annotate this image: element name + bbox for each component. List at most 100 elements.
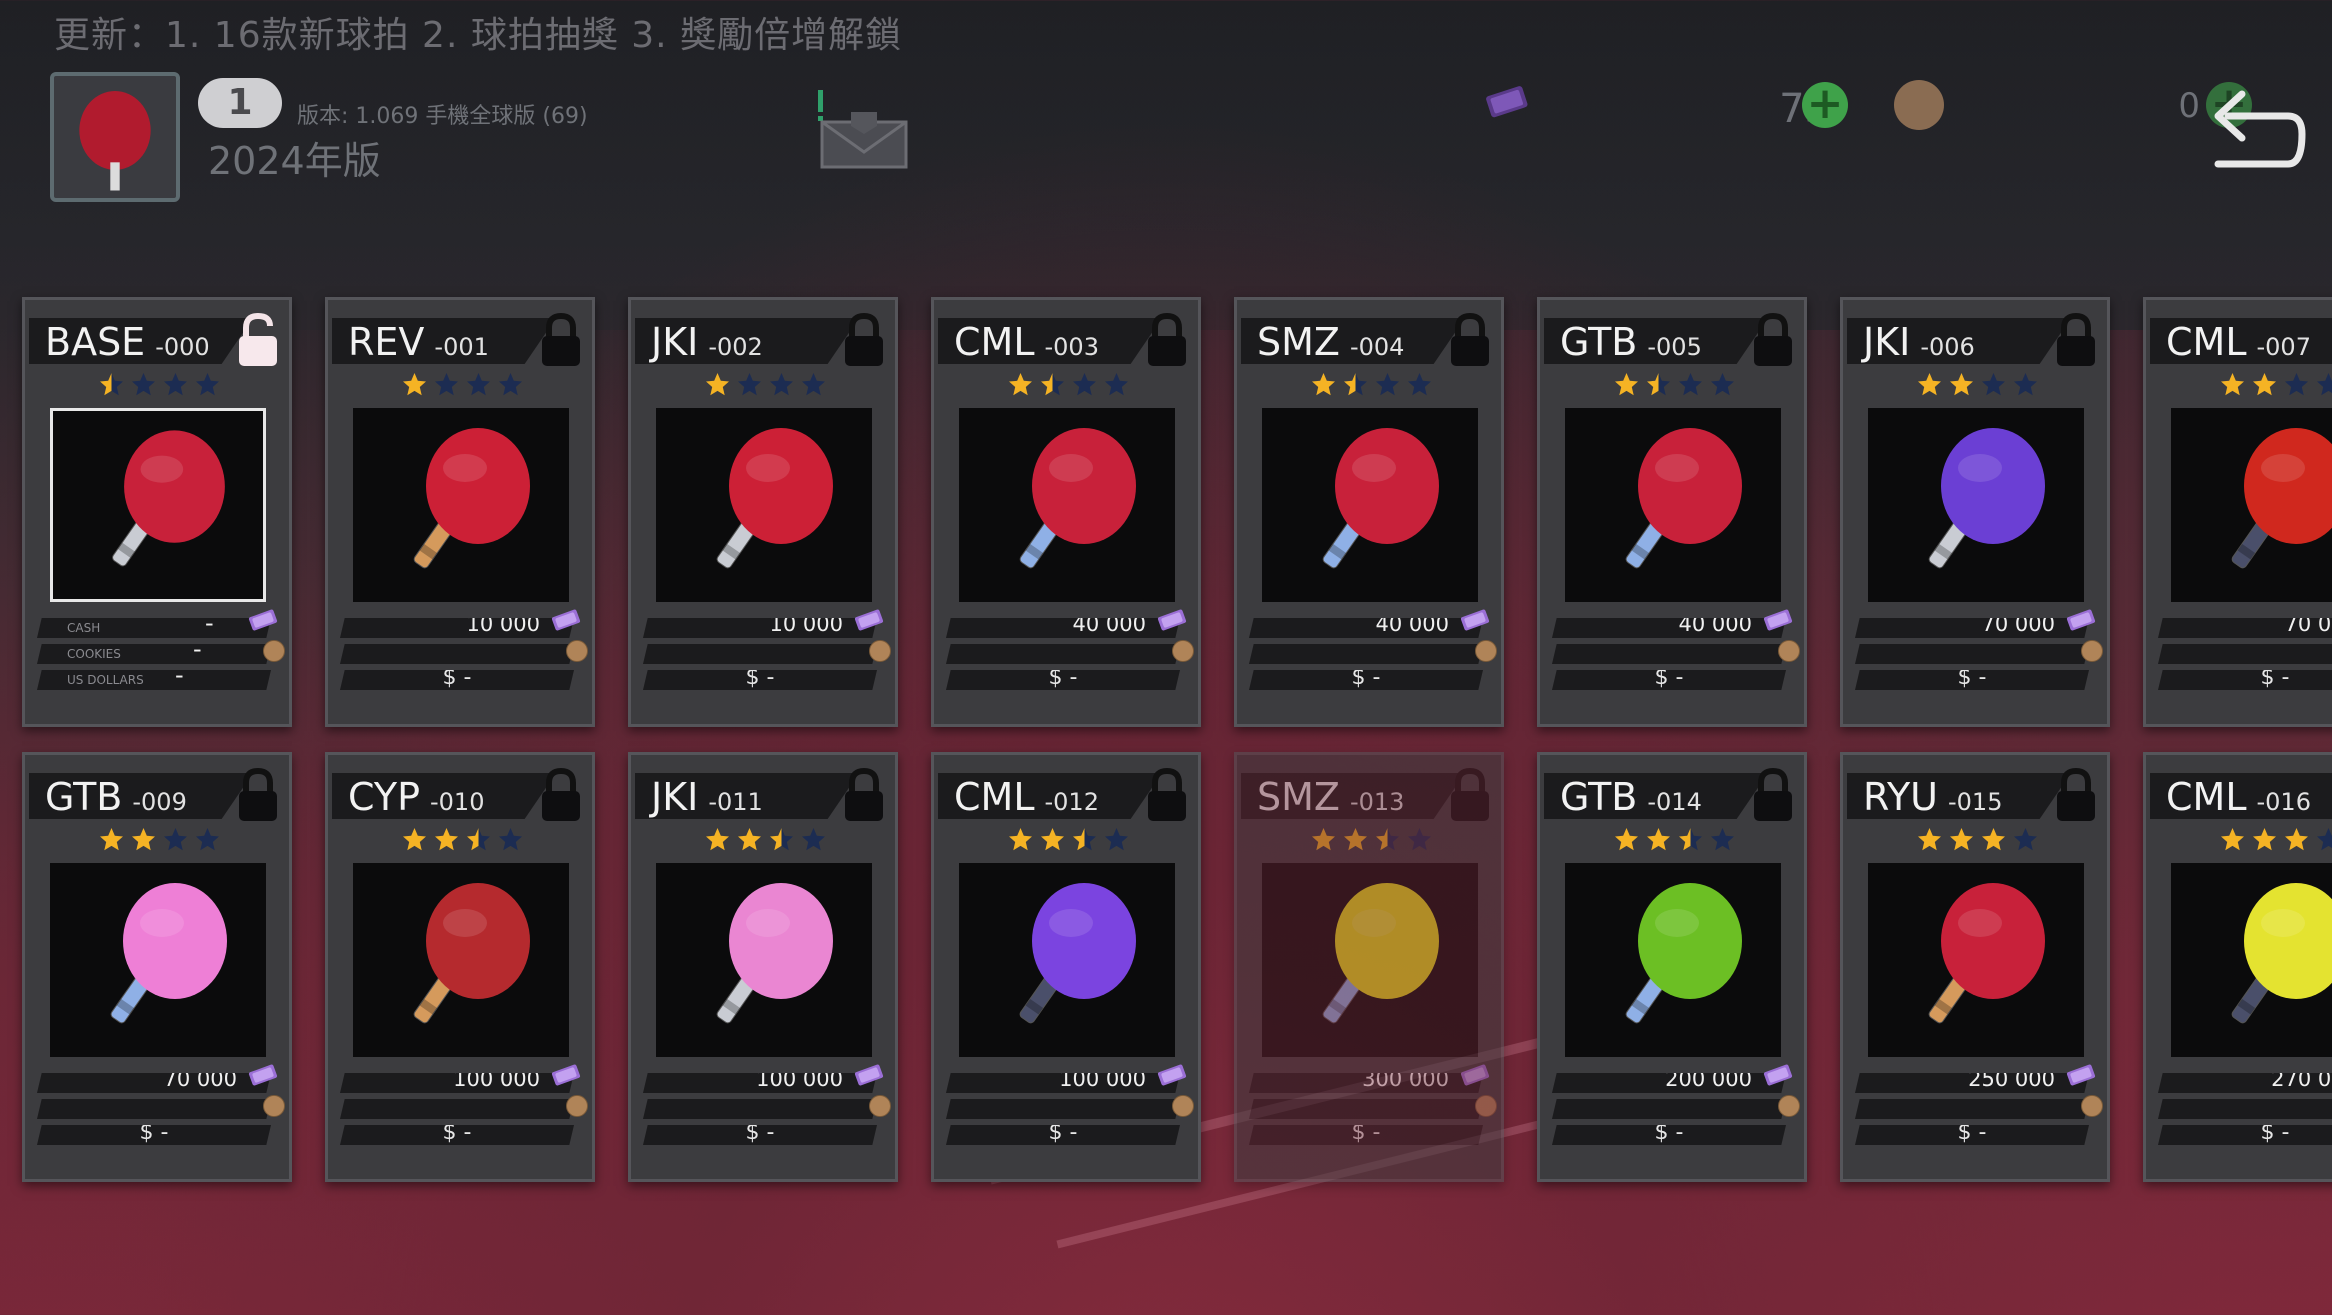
- paddle-card[interactable]: SMZ -013 300 000 $ -: [1234, 752, 1504, 1182]
- star-rating: [1008, 372, 1138, 400]
- star-rating: [705, 827, 835, 855]
- star-full-icon: [435, 828, 458, 851]
- paddle-image-frame: [353, 863, 569, 1057]
- cash-price-row: 270 000: [2158, 1073, 2332, 1093]
- card-brand: GTB: [1560, 775, 1638, 819]
- paddle-card[interactable]: CML -007 70 000 $ -: [2143, 297, 2332, 727]
- star-empty-icon: [196, 828, 219, 851]
- paddle-card[interactable]: GTB -005 40 000 $ -: [1537, 297, 1807, 727]
- add-cash-button[interactable]: +: [1802, 82, 1848, 128]
- paddle-image-frame: [959, 408, 1175, 602]
- star-empty-icon: [1982, 373, 2005, 396]
- star-half-icon: [100, 373, 123, 396]
- star-rating: [2220, 827, 2332, 855]
- star-empty-icon: [2014, 373, 2037, 396]
- paddle-card[interactable]: CML -003 40 000 $ -: [931, 297, 1201, 727]
- cookie-price-row: [2158, 644, 2332, 664]
- paddle-card[interactable]: REV -001 10 000 $ -: [325, 297, 595, 727]
- star-empty-icon: [132, 373, 155, 396]
- cookie-icon: [1894, 80, 1944, 130]
- cookie-price-row: [1552, 1099, 1786, 1119]
- card-name: RYU -015: [1863, 775, 2002, 819]
- version-label: 版本: 1.069 手機全球版 (69): [297, 104, 588, 129]
- lock-icon: [1754, 312, 1792, 366]
- cash-icon: [854, 1064, 884, 1086]
- star-full-icon: [1041, 828, 1064, 851]
- star-full-icon: [1982, 828, 2005, 851]
- usd-price-row: $ -: [1855, 670, 2089, 690]
- cash-icon: [248, 609, 278, 631]
- cash-icon: [1157, 609, 1187, 631]
- cash-price: 100 000: [453, 1067, 540, 1091]
- cookie-price-row: [1249, 644, 1483, 664]
- star-full-icon: [1918, 373, 1941, 396]
- star-full-icon: [403, 828, 426, 851]
- usd-price-row: $ -: [1249, 670, 1483, 690]
- cookie-price-row: [2158, 1099, 2332, 1119]
- star-empty-icon: [1679, 373, 1702, 396]
- paddle-card[interactable]: CML -016 270 000 $ -: [2143, 752, 2332, 1182]
- usd-price-row: $ -: [643, 670, 877, 690]
- usd-price-row: $ -: [1552, 670, 1786, 690]
- paddle-image: [1625, 428, 1742, 569]
- lock-icon: [542, 312, 580, 366]
- cash-price-row: 100 000: [340, 1073, 574, 1093]
- paddle-card[interactable]: RYU -015 250 000 $ -: [1840, 752, 2110, 1182]
- star-empty-icon: [1105, 828, 1128, 851]
- star-rating: [402, 827, 532, 855]
- cash-icon: [551, 1064, 581, 1086]
- usd-price: $ -: [1048, 1120, 1078, 1145]
- cookie-price-row: [340, 1099, 574, 1119]
- cookie-icon: [566, 1095, 588, 1117]
- card-number: -004: [1349, 333, 1405, 361]
- card-number: -010: [430, 788, 485, 816]
- paddle-image-frame: [1262, 863, 1478, 1057]
- unlock-icon: [239, 312, 277, 366]
- star-full-icon: [403, 373, 426, 396]
- paddle-card[interactable]: GTB -014 200 000 $ -: [1537, 752, 1807, 1182]
- mail-icon[interactable]: [815, 82, 910, 172]
- card-brand: RYU: [1863, 775, 1938, 819]
- lock-icon: [1451, 767, 1489, 821]
- paddle-card[interactable]: CYP -010 100 000 $ -: [325, 752, 595, 1182]
- paddle-card[interactable]: JKI -011 100 000 $ -: [628, 752, 898, 1182]
- paddle-card[interactable]: CML -012 100 000 $ -: [931, 752, 1201, 1182]
- paddle-card[interactable]: JKI -006 70 000 $ -: [1840, 297, 2110, 727]
- paddle-card[interactable]: GTB -009 70 000 $ -: [22, 752, 292, 1182]
- star-rating: [1008, 827, 1138, 855]
- star-full-icon: [1950, 373, 1973, 396]
- card-number: -003: [1044, 333, 1099, 361]
- star-empty-icon: [467, 373, 490, 396]
- usd-price: $ -: [1957, 1120, 1987, 1145]
- star-half-icon: [770, 828, 793, 851]
- star-half-icon: [1344, 373, 1367, 396]
- paddle-image: [1019, 428, 1136, 569]
- paddle-image-frame: [1262, 408, 1478, 602]
- usd-price-row: $ -: [1249, 1125, 1483, 1145]
- paddle-card[interactable]: JKI -002 10 000 $ -: [628, 297, 898, 727]
- edition-label: 2024年版: [208, 139, 381, 183]
- back-arrow-icon[interactable]: [2206, 86, 2306, 176]
- paddle-card[interactable]: SMZ -004 40 000 $ -: [1234, 297, 1504, 727]
- card-name: CML -016: [2166, 775, 2311, 819]
- paddle-image-frame: [1868, 408, 2084, 602]
- star-empty-icon: [2317, 373, 2332, 396]
- star-full-icon: [1312, 828, 1335, 851]
- paddle-card[interactable]: BASE -000 CASH - COOKIES - US DOLLARS -: [22, 297, 292, 727]
- star-half-icon: [467, 828, 490, 851]
- paddle-image: [110, 883, 227, 1024]
- card-name: JKI -006: [1863, 320, 1975, 364]
- cash-price: 100 000: [1059, 1067, 1146, 1091]
- paddle-image: [1019, 883, 1136, 1024]
- star-full-icon: [1312, 373, 1335, 396]
- cash-price: 40 000: [1072, 612, 1146, 636]
- cookie-icon: [263, 640, 285, 662]
- usd-price-row: $ -: [946, 1125, 1180, 1145]
- cash-price: 100 000: [756, 1067, 843, 1091]
- star-empty-icon: [2285, 373, 2308, 396]
- usd-price: $ -: [745, 665, 775, 690]
- star-full-icon: [1344, 828, 1367, 851]
- cash-price-row: 70 000: [1855, 618, 2089, 638]
- cookie-price-row: [37, 1099, 271, 1119]
- player-avatar[interactable]: [50, 72, 180, 202]
